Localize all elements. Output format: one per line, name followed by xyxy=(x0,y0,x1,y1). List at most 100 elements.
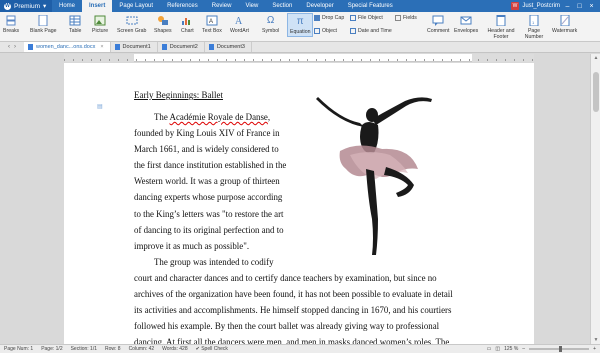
doc-tab[interactable]: women_danc...ons.docx × xyxy=(24,42,111,52)
view-mode-icon[interactable]: ▭ xyxy=(487,346,492,352)
shapes-button[interactable]: Shapes xyxy=(154,15,172,34)
fields-label: Fields xyxy=(403,15,417,21)
zoom-out-icon[interactable]: – xyxy=(522,346,525,352)
menu-tabs: Home Insert Page Layout References Review Vie… xyxy=(52,0,400,12)
doc-tab[interactable]: Document1 xyxy=(111,42,158,52)
breaks-icon xyxy=(5,15,17,26)
chevron-left-icon[interactable]: ‹ xyxy=(8,44,10,50)
menu-tab-page-layout[interactable]: Page Layout xyxy=(112,0,160,12)
blank-page-button[interactable]: Blank Page xyxy=(30,15,57,34)
menu-tab-home[interactable]: Home xyxy=(52,0,82,12)
app-menu-button[interactable]: W Premium ▾ xyxy=(0,0,52,12)
tab-nav[interactable]: ‹ › xyxy=(0,42,24,52)
restore-icon[interactable]: □ xyxy=(575,3,584,10)
document-page[interactable]: ▤ Early Beginnings: Ballet The Académie … xyxy=(64,63,534,347)
horizontal-ruler[interactable] xyxy=(64,54,534,62)
close-icon[interactable]: × xyxy=(587,3,596,10)
breaks-button[interactable]: Breaks xyxy=(3,15,19,34)
status-column: Column: 42 xyxy=(128,346,155,352)
omega-icon: Ω xyxy=(266,15,275,26)
envelopes-label: Envelopes xyxy=(454,28,479,34)
chevron-right-icon[interactable]: › xyxy=(14,44,16,50)
web-view-icon[interactable]: ◫ xyxy=(495,346,500,352)
text-box-button[interactable]: A Text Box xyxy=(202,15,222,34)
document-title[interactable]: Early Beginnings: Ballet xyxy=(134,90,223,100)
drop-cap-label: Drop Cap xyxy=(322,15,345,21)
scroll-up-icon[interactable]: ▲ xyxy=(591,55,600,61)
table-icon xyxy=(69,15,81,26)
chart-button[interactable]: Chart xyxy=(181,15,194,34)
date-time-button[interactable]: Date and Time xyxy=(350,28,392,34)
scroll-thumb[interactable] xyxy=(593,72,599,112)
paragraph-1[interactable]: The Académie Royale de Danse, founded by… xyxy=(134,109,286,254)
envelope-icon xyxy=(460,15,472,26)
para1-line-6: to the King’s letters was "to restore th… xyxy=(134,208,284,219)
pi-icon: π xyxy=(296,16,304,27)
object-icon xyxy=(314,28,320,34)
file-object-label: File Object xyxy=(358,15,383,21)
vertical-scrollbar[interactable]: ▲ ▼ xyxy=(590,54,600,344)
menu-tab-references[interactable]: References xyxy=(160,0,205,12)
wordart-icon: A xyxy=(233,15,245,26)
zoom-slider[interactable] xyxy=(529,346,590,352)
fields-button[interactable]: Fields xyxy=(395,15,417,21)
para1-line-0-text: The Académie Royale de Danse, xyxy=(154,112,271,122)
menu-tab-view[interactable]: View xyxy=(238,0,265,12)
menu-tab-review[interactable]: Review xyxy=(205,0,239,12)
status-words[interactable]: Words: 428 xyxy=(158,346,191,352)
file-object-button[interactable]: File Object xyxy=(350,15,383,21)
shapes-icon xyxy=(157,15,169,26)
comment-button[interactable]: Comment xyxy=(427,15,450,34)
header-footer-label: Header and Footer xyxy=(487,28,515,40)
object-button[interactable]: Object xyxy=(314,28,337,34)
page-number-label: Page Number xyxy=(524,28,544,40)
drop-cap-icon xyxy=(314,15,320,21)
picture-label: Picture xyxy=(92,28,109,34)
screen-grab-icon xyxy=(126,15,138,26)
paragraph-mark-icon[interactable]: ▤ xyxy=(97,103,105,111)
ribbon: Breaks Blank Page Table Picture Screen G… xyxy=(0,12,600,42)
para1-line-0: The Académie Royale de Danse, xyxy=(134,109,286,125)
page-number-icon: 1 xyxy=(528,15,540,26)
header-footer-button[interactable]: Header and Footer xyxy=(486,15,516,40)
ballet-dancer-image[interactable] xyxy=(310,89,436,259)
doc-tab[interactable]: Document3 xyxy=(205,42,252,52)
doc-tab[interactable]: Document2 xyxy=(158,42,205,52)
screen-grab-button[interactable]: Screen Grab xyxy=(117,15,146,34)
status-section: Section: 1/1 xyxy=(70,346,97,352)
header-footer-icon xyxy=(495,15,507,26)
picture-button[interactable]: Picture xyxy=(92,15,108,34)
comment-label: Comment xyxy=(427,28,450,34)
wordart-button[interactable]: A WordArt xyxy=(230,15,249,34)
svg-text:A: A xyxy=(235,16,243,26)
table-button[interactable]: Table xyxy=(69,15,81,34)
breaks-label: Breaks xyxy=(3,28,20,34)
zoom-in-icon[interactable]: + xyxy=(593,346,596,352)
status-spell-check[interactable]: ✔ Spell Check xyxy=(192,346,232,352)
page-number-button[interactable]: 1 Page Number xyxy=(521,15,547,40)
equation-button[interactable]: π Equation xyxy=(287,13,314,37)
user-name[interactable]: Just_Postcrim xyxy=(522,3,560,9)
symbol-button[interactable]: Ω Symbol xyxy=(262,15,279,34)
user-badge[interactable]: W xyxy=(510,2,520,10)
object-label: Object xyxy=(322,28,337,34)
para1-line-8: improve it as much as possible". xyxy=(134,240,250,251)
menu-tab-section[interactable]: Section xyxy=(265,0,299,12)
watermark-button[interactable]: Watermark xyxy=(552,15,577,34)
equation-label: Equation xyxy=(290,29,311,35)
paragraph-2[interactable]: The group was intended to codify court a… xyxy=(134,254,453,351)
scroll-down-icon[interactable]: ▼ xyxy=(591,337,600,343)
menu-tab-developer[interactable]: Developer xyxy=(299,0,340,12)
envelopes-button[interactable]: Envelopes xyxy=(454,15,478,34)
zoom-level[interactable]: 125 % xyxy=(504,346,518,352)
menu-tab-special-features[interactable]: Special Features xyxy=(341,0,400,12)
minimize-icon[interactable]: – xyxy=(563,3,572,10)
ruler-ticks xyxy=(64,54,534,61)
picture-icon xyxy=(94,15,106,26)
wordart-label: WordArt xyxy=(230,28,249,34)
chevron-down-icon: ▾ xyxy=(43,3,47,10)
drop-cap-button[interactable]: Drop Cap xyxy=(314,15,344,21)
spell-flagged-term[interactable]: Académie Royale de Danse xyxy=(170,112,268,122)
menu-tab-insert[interactable]: Insert xyxy=(82,0,113,12)
close-tab-icon[interactable]: × xyxy=(100,44,103,50)
